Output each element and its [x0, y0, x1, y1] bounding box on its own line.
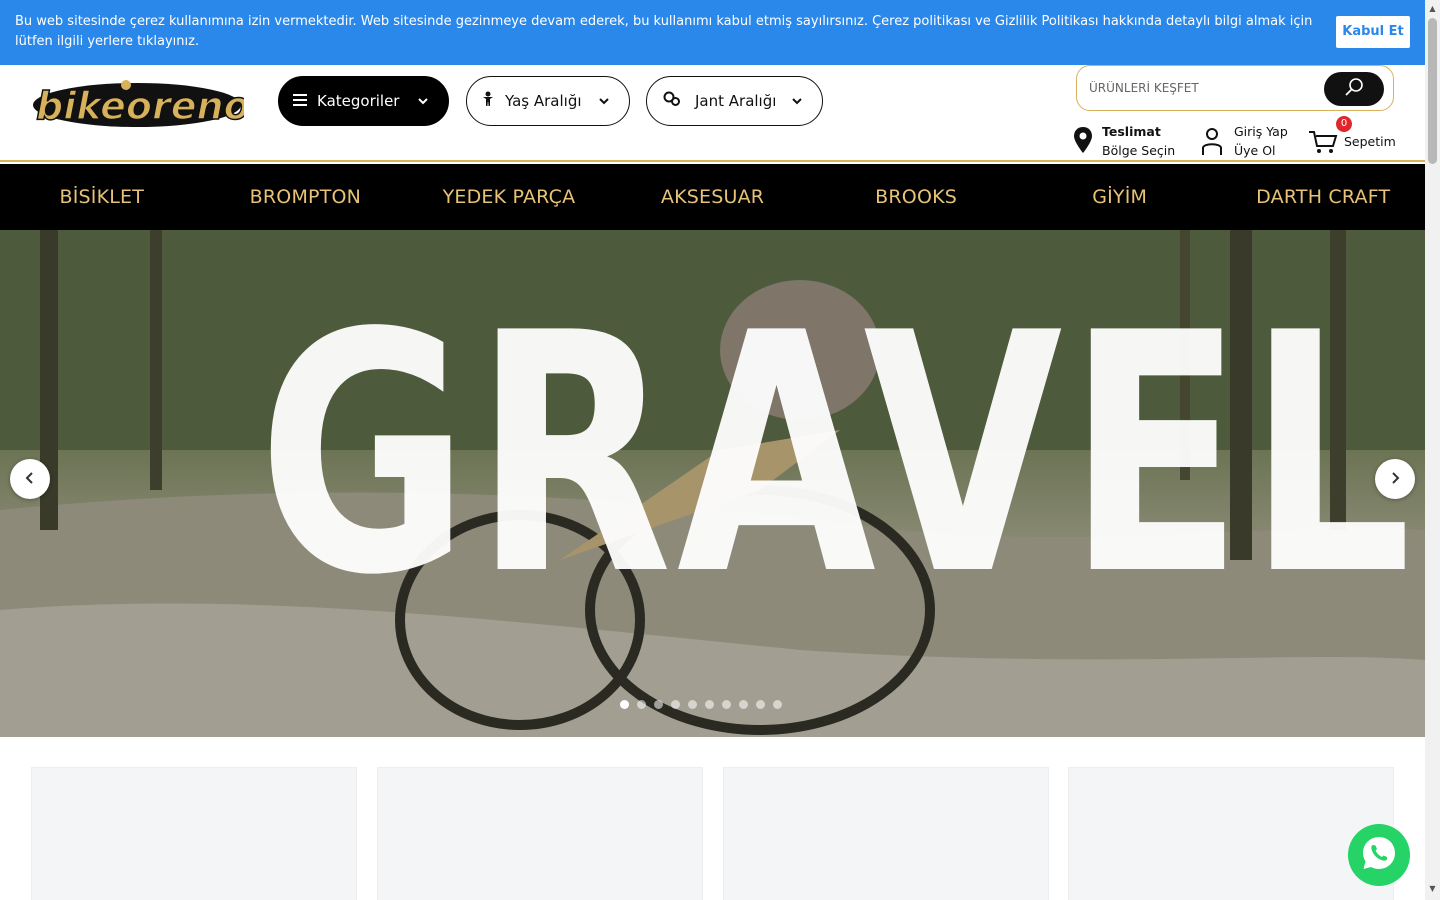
logo-wordmark: bikeorenos: [36, 84, 244, 128]
register-link[interactable]: Üye Ol: [1234, 141, 1288, 160]
whatsapp-button[interactable]: [1348, 824, 1410, 886]
whatsapp-icon: [1359, 833, 1399, 877]
slider-dot[interactable]: [773, 700, 782, 709]
cookie-banner: Bu web sitesinde çerez kullanımına izin …: [0, 0, 1425, 65]
age-range-dropdown[interactable]: Yaş Aralığı: [466, 76, 630, 126]
chevron-down-icon: [416, 94, 430, 108]
slider-dot[interactable]: [637, 700, 646, 709]
scroll-up-icon[interactable]: ▲: [1428, 4, 1437, 14]
hero-headline: GRAVEL: [258, 263, 1417, 647]
slider-dot[interactable]: [671, 700, 680, 709]
rim-range-dropdown[interactable]: Jant Aralığı: [646, 76, 823, 126]
cart-count-badge: 0: [1336, 116, 1352, 132]
product-card[interactable]: [723, 767, 1049, 900]
delivery-subtitle: Bölge Seçin: [1102, 143, 1176, 158]
slider-dot[interactable]: [739, 700, 748, 709]
slider-prev-button[interactable]: [10, 459, 50, 499]
user-icon: [1200, 126, 1224, 161]
slider-dots: [620, 700, 782, 709]
search-box: [1076, 65, 1394, 111]
slider-dot[interactable]: [722, 700, 731, 709]
nav-item-bisiklet[interactable]: BİSİKLET: [0, 164, 204, 230]
site-header: bikeorenos Kategoriler Yaş Aralığı Jant …: [0, 65, 1425, 162]
chevron-down-icon: [790, 94, 804, 108]
product-card[interactable]: [377, 767, 703, 900]
cookie-text: Bu web sitesinde çerez kullanımına izin …: [15, 14, 1313, 49]
login-link[interactable]: Giriş Yap: [1234, 122, 1288, 141]
search-icon: [1344, 77, 1364, 101]
page-scrollbar[interactable]: ▲ ▼: [1425, 0, 1440, 900]
nav-item-aksesuar[interactable]: AKSESUAR: [611, 164, 815, 230]
product-card[interactable]: [1068, 767, 1394, 900]
slider-dot[interactable]: [756, 700, 765, 709]
nav-item-darth-craft[interactable]: DARTH CRAFT: [1221, 164, 1425, 230]
rim-range-label: Jant Aralığı: [695, 92, 777, 110]
product-cards: [31, 767, 1394, 900]
categories-dropdown[interactable]: Kategoriler: [278, 76, 449, 126]
age-range-label: Yaş Aralığı: [505, 92, 582, 110]
accept-cookies-button[interactable]: Kabul Et: [1336, 16, 1410, 48]
slider-dot[interactable]: [705, 700, 714, 709]
scroll-down-icon[interactable]: ▼: [1428, 884, 1437, 894]
search-button[interactable]: [1324, 72, 1384, 106]
chevron-down-icon: [597, 94, 611, 108]
nav-item-yedek-parca[interactable]: YEDEK PARÇA: [407, 164, 611, 230]
main-nav: BİSİKLET BROMPTON YEDEK PARÇA AKSESUAR B…: [0, 164, 1425, 230]
categories-label: Kategoriler: [317, 92, 400, 110]
product-card[interactable]: [31, 767, 357, 900]
cart-label: Sepetim: [1344, 134, 1396, 149]
gears-icon: [663, 91, 681, 111]
scroll-thumb[interactable]: [1428, 18, 1437, 164]
hero-slider: GRAVEL: [0, 230, 1425, 737]
hamburger-icon: [293, 92, 307, 110]
nav-item-giyim[interactable]: GİYİM: [1018, 164, 1222, 230]
slider-dot[interactable]: [654, 700, 663, 709]
delivery-title: Teslimat: [1102, 124, 1161, 139]
nav-item-brompton[interactable]: BROMPTON: [204, 164, 408, 230]
search-input[interactable]: [1089, 76, 1319, 100]
slider-dot[interactable]: [620, 700, 629, 709]
slider-next-button[interactable]: [1375, 459, 1415, 499]
child-icon: [481, 91, 495, 111]
location-pin-icon: [1072, 126, 1094, 159]
chevron-right-icon: [1388, 470, 1402, 489]
slider-dot[interactable]: [688, 700, 697, 709]
cart-icon: [1308, 130, 1338, 159]
nav-item-brooks[interactable]: BROOKS: [814, 164, 1018, 230]
chevron-left-icon: [23, 470, 37, 489]
site-logo[interactable]: bikeorenos: [30, 75, 273, 130]
